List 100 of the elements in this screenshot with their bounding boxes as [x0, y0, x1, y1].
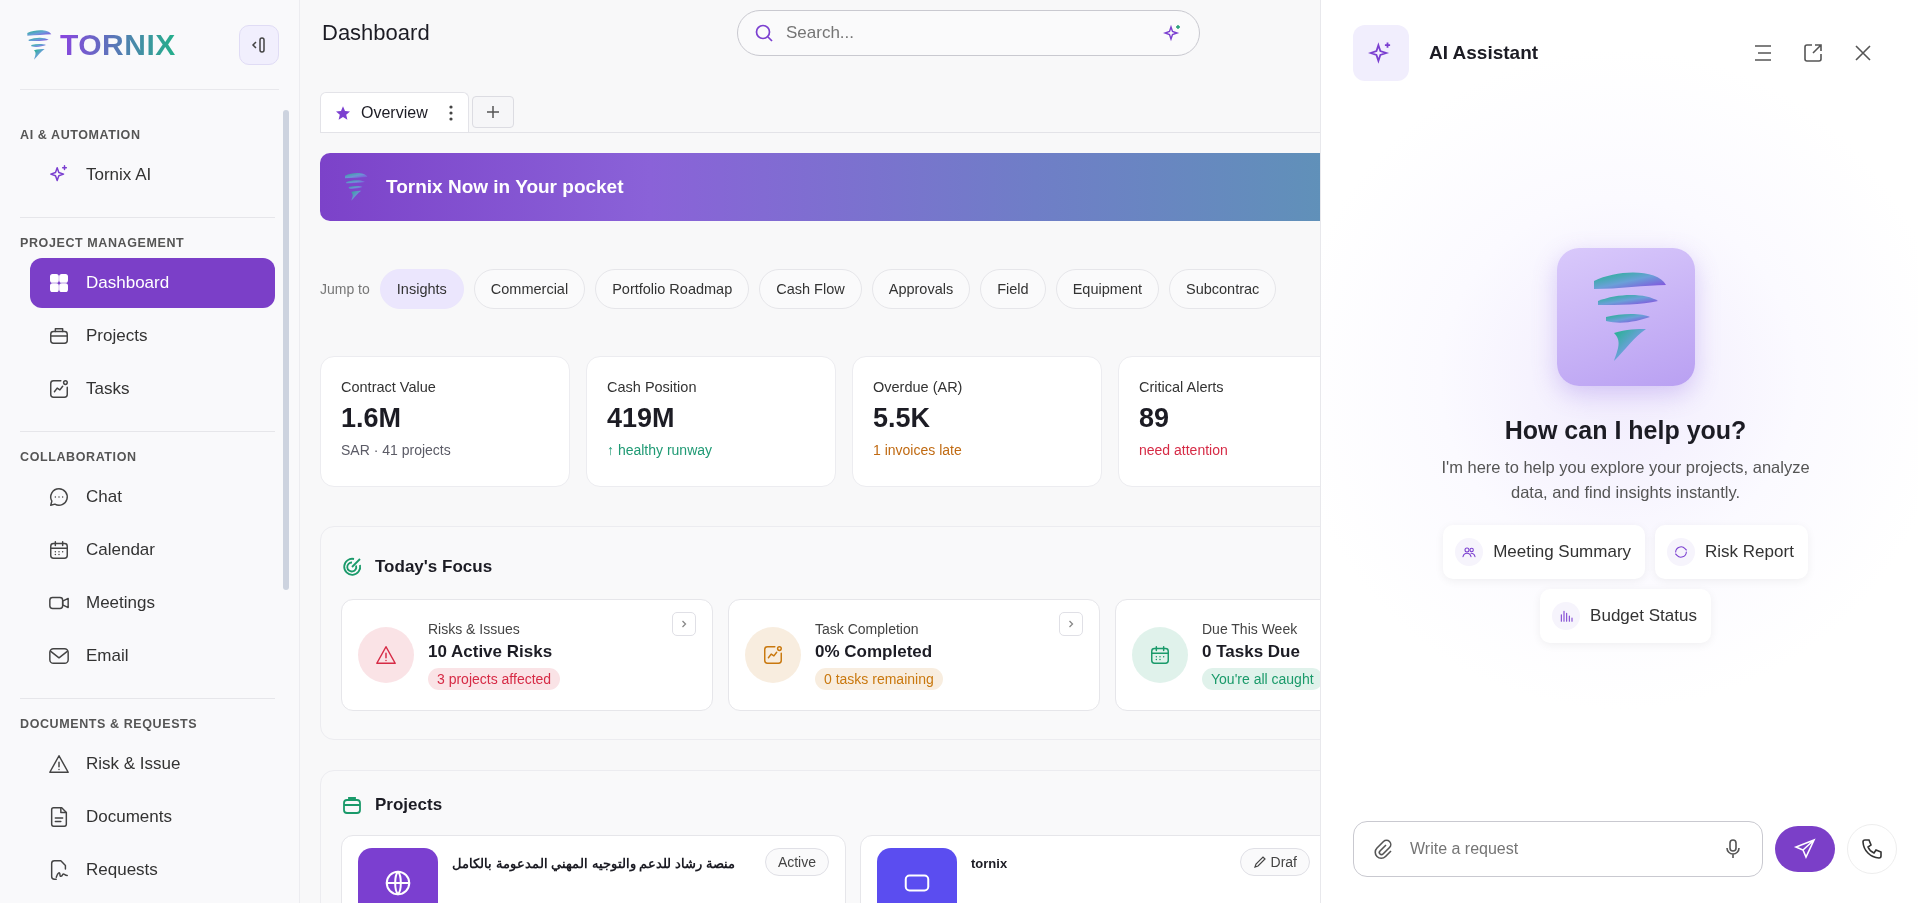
project-card[interactable]: tornix Draf — [860, 835, 1320, 903]
focus-card[interactable]: Task Completion 0% Completed 0 tasks remaining — [728, 599, 1100, 711]
phone-button[interactable] — [1847, 824, 1897, 874]
nav-item[interactable]: Risk & Issue — [30, 739, 275, 789]
plus-icon — [484, 104, 501, 120]
filter-chip[interactable]: Cash Flow — [759, 269, 862, 309]
kpi-label: Critical Alerts — [1139, 379, 1225, 395]
suggestion-button[interactable]: Budget Status — [1540, 588, 1711, 643]
status-badge: 3 projects affected — [428, 667, 561, 690]
filter-chip[interactable]: Portfolio Roadmap — [595, 269, 750, 309]
tab[interactable]: Overview — [320, 92, 469, 132]
warning-icon — [358, 627, 414, 683]
kpi-label: Cash Position — [607, 379, 698, 395]
nav-item[interactable]: Documents — [30, 792, 275, 842]
kpi-value: 1.6M — [341, 403, 403, 434]
card-value: 0 Tasks Due — [1202, 641, 1301, 662]
chat-bubble-icon — [48, 486, 70, 508]
suggestion-button[interactable]: Meeting Summary — [1443, 524, 1646, 579]
nav-item[interactable]: Tornix AI — [30, 150, 275, 200]
chevron-right-icon — [1066, 619, 1076, 629]
target-icon — [341, 556, 363, 578]
kpi-note: ↑ healthy runway — [607, 442, 714, 458]
status-badge: Active — [764, 848, 829, 876]
bar-chart-icon — [1552, 601, 1581, 630]
card-label: Due This Week — [1202, 620, 1299, 637]
card-label: Task Completion — [815, 620, 920, 637]
briefcase-icon — [48, 325, 70, 347]
warning-icon — [48, 753, 70, 775]
sparkle-icon — [1353, 25, 1409, 81]
more-options-icon[interactable] — [447, 103, 454, 122]
refresh-icon — [1667, 537, 1696, 566]
section-heading: PROJECT MANAGEMENT — [20, 236, 186, 252]
nav-item[interactable]: Dashboard — [30, 258, 275, 308]
people-icon — [1455, 537, 1484, 566]
kpi-note: 1 invoices late — [873, 442, 963, 458]
focus-card[interactable]: Due This Week 0 Tasks Due You're all caught — [1115, 599, 1320, 711]
section-heading: AI & AUTOMATION — [20, 128, 142, 144]
banner-text: Tornix Now in Your pocket — [386, 176, 624, 198]
status-badge: 0 tasks remaining — [815, 667, 943, 690]
search-icon — [754, 23, 774, 43]
panel-title: AI Assistant — [1429, 42, 1540, 64]
card-value: 0% Completed — [815, 641, 934, 662]
chart-icon — [745, 627, 801, 683]
phone-icon — [1860, 837, 1884, 861]
card-label: Risks & Issues — [428, 620, 521, 637]
section-title: Projects — [375, 795, 443, 815]
filter-chip[interactable]: Field — [980, 269, 1046, 309]
filter-chip[interactable]: Insights — [379, 269, 464, 309]
kpi-label: Contract Value — [341, 379, 437, 395]
chart-icon — [48, 378, 70, 400]
kpi-label: Overdue (AR) — [873, 379, 964, 395]
add-tab-button[interactable] — [471, 96, 514, 128]
assistant-heading: How can I help you? — [1504, 416, 1747, 445]
calendar-icon — [48, 539, 70, 561]
kpi-value: 419M — [607, 403, 676, 434]
project-title: tornix — [971, 855, 1009, 871]
assistant-description: I'm here to help you explore your projects, analyze data, and find insights instantly. — [1440, 457, 1811, 503]
search-bar[interactable]: Search... — [737, 10, 1200, 56]
request-box[interactable]: Write a request — [1353, 821, 1763, 877]
section-heading: COLLABORATION — [20, 450, 138, 466]
filter-chip[interactable]: Subcontrac — [1169, 269, 1277, 309]
project-title: منصة رشاد للدعم والتوجيه المهني المدعومة بالكامل — [452, 855, 736, 871]
kpi-note: SAR · 41 projects — [341, 442, 452, 458]
kpi-note: need attention — [1139, 442, 1229, 458]
star-icon — [335, 104, 351, 121]
kpi-value: 5.5K — [873, 403, 932, 434]
collapse-button[interactable] — [239, 24, 279, 65]
filter-chip[interactable]: Commercial — [473, 269, 586, 309]
nav-item[interactable]: Projects — [30, 311, 275, 361]
nav-item[interactable]: Calendar — [30, 525, 275, 575]
edit-button[interactable]: Draf — [1239, 848, 1310, 876]
grid-icon — [48, 272, 70, 294]
mail-icon — [48, 645, 70, 667]
signature-icon — [48, 859, 70, 881]
send-button[interactable] — [1775, 826, 1835, 872]
request-input[interactable]: Write a request — [1408, 839, 1708, 859]
filter-chip[interactable]: Approvals — [871, 269, 971, 309]
send-icon — [1793, 837, 1817, 861]
nav-item[interactable]: Tasks — [30, 364, 275, 414]
search-field[interactable]: Search... — [784, 22, 1153, 44]
sparkle-icon[interactable] — [1163, 23, 1183, 43]
scrollbar[interactable] — [283, 110, 289, 590]
briefcase-icon — [341, 794, 363, 816]
nav-item[interactable]: Email — [30, 631, 275, 681]
promo-banner[interactable]: Tornix Now in Your pocket — [320, 153, 1320, 221]
page-title: Dashboard — [322, 20, 431, 46]
status-badge: You're all caught — [1202, 667, 1320, 690]
nav-item[interactable]: Chat — [30, 472, 275, 522]
paperclip-icon[interactable] — [1372, 838, 1394, 860]
filter-chip[interactable]: Equipment — [1055, 269, 1159, 309]
card-value: 10 Active Risks — [428, 641, 554, 662]
suggestion-button[interactable]: Risk Report — [1655, 524, 1808, 579]
calendar-icon — [1132, 627, 1188, 683]
nav-item[interactable]: Requests — [30, 845, 275, 895]
nav-item[interactable]: Meetings — [30, 578, 275, 628]
section-title: Today's Focus — [375, 557, 493, 577]
pencil-icon — [1252, 855, 1267, 869]
section-heading: DOCUMENTS & REQUESTS — [20, 717, 199, 733]
focus-card[interactable]: Risks & Issues 10 Active Risks 3 projects affected — [341, 599, 713, 711]
kpi-value: 89 — [1139, 403, 1171, 434]
